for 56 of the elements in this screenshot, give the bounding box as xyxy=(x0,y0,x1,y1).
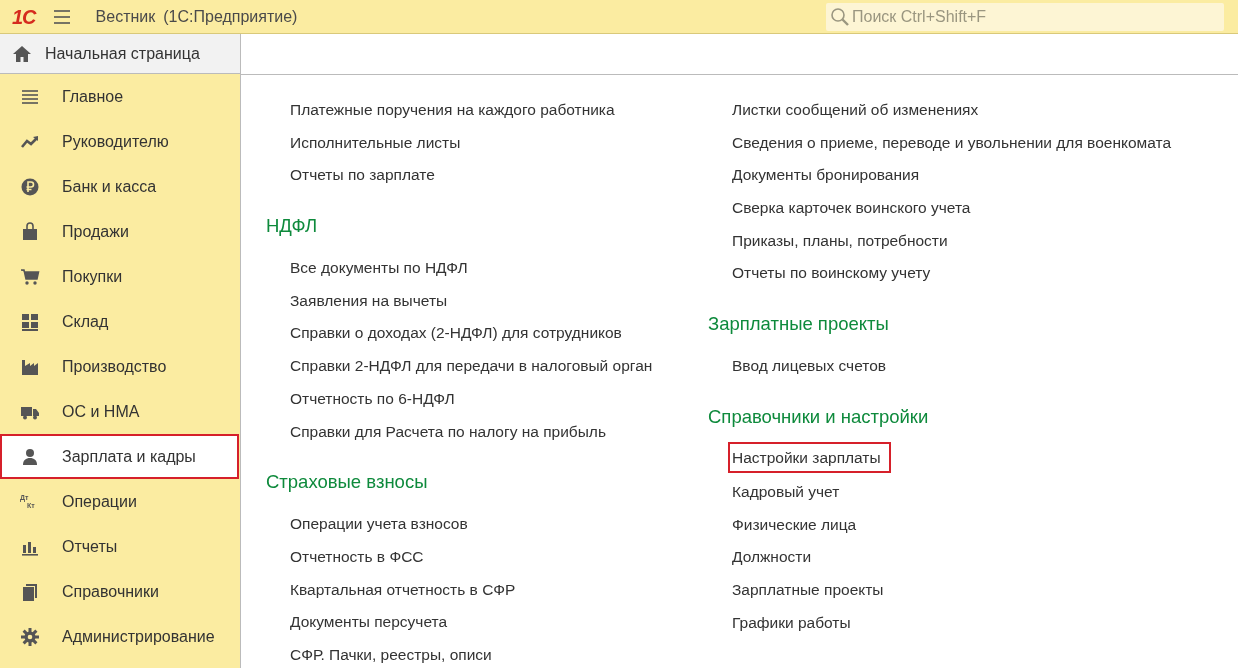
sidebar-item[interactable]: Продажи xyxy=(0,209,239,254)
sidebar-item[interactable]: Склад xyxy=(0,299,239,344)
sidebar-item[interactable]: Банк и касса xyxy=(0,164,239,209)
menu-link[interactable]: Ввод лицевых счетов xyxy=(728,348,897,381)
menu-link[interactable]: Физические лица xyxy=(728,506,867,540)
menu-link[interactable]: Платежные поручения на каждого работника xyxy=(286,92,625,125)
sidebar-item[interactable]: ОС и НМА xyxy=(0,389,239,434)
menu-link[interactable]: Справки для Расчета по налогу на прибыль xyxy=(286,413,616,447)
app-subtitle: (1С:Предприятие) xyxy=(163,6,298,27)
section-heading: Справочники и настройки xyxy=(708,404,930,429)
sidebar-item[interactable]: Производство xyxy=(0,344,239,389)
menu-link[interactable]: СФР. Пачки, реестры, описи xyxy=(286,636,502,668)
warehouse-icon xyxy=(20,311,40,332)
sidebar-item[interactable]: Руководителю xyxy=(0,119,239,164)
app-title: Вестник xyxy=(95,6,156,27)
menu-link[interactable]: Графики работы xyxy=(728,604,861,638)
search-field[interactable]: Поиск Ctrl+Shift+F xyxy=(826,2,1224,31)
sidebar-item[interactable]: Зарплата и кадры xyxy=(0,434,239,479)
menu-link[interactable]: Справки о доходах (2-НДФЛ) для сотрудников xyxy=(286,315,632,349)
section-heading: НДФЛ xyxy=(266,214,319,239)
menu-link[interactable]: Отчетность в ФСС xyxy=(286,538,434,572)
sidebar-item[interactable]: Главное xyxy=(0,74,239,119)
cart-icon xyxy=(20,266,40,287)
menu-link[interactable]: Должности xyxy=(728,539,822,572)
menu-link[interactable]: Зарплатные проекты xyxy=(728,571,894,605)
menu-link[interactable]: Операции учета взносов xyxy=(286,506,478,539)
ruble-coin-icon xyxy=(20,176,40,197)
home-icon xyxy=(12,43,32,64)
menu-link[interactable]: Справки 2-НДФЛ для передачи в налоговый орган xyxy=(286,348,663,381)
home-tab[interactable]: Начальная страница xyxy=(0,34,240,74)
menu-link[interactable]: Отчеты по зарплате xyxy=(286,157,445,191)
menu-link[interactable]: Листки сообщений об изменениях xyxy=(728,92,989,125)
sidebar-item[interactable]: Отчеты xyxy=(0,524,239,569)
section-heading: Зарплатные проекты xyxy=(708,312,890,337)
menu-link[interactable]: Отчетность по 6-НДФЛ xyxy=(286,380,465,414)
menu-link[interactable]: Документы персучета xyxy=(286,604,458,637)
sidebar-item[interactable]: Администрирование xyxy=(0,614,239,659)
shopping-bag-icon xyxy=(20,221,40,242)
menu-link[interactable]: Приказы, планы, потребности xyxy=(728,222,958,256)
settings-icon xyxy=(20,626,40,647)
menu-link[interactable]: Все документы по НДФЛ xyxy=(286,250,478,283)
sidebar-item[interactable]: Покупки xyxy=(0,254,239,299)
menu-link[interactable]: Заявления на вычеты xyxy=(286,282,458,316)
section-heading: Страховые взносы xyxy=(266,470,429,495)
menu-link[interactable]: Исполнительные листы xyxy=(286,124,471,158)
menu-link[interactable]: Сверка карточек воинского учета xyxy=(728,190,981,223)
menu-link[interactable]: Документы бронирования xyxy=(728,157,930,191)
sidebar-item[interactable]: Справочники xyxy=(0,569,239,614)
menu-link[interactable]: Сведения о приеме, переводе и увольнении для военкомата xyxy=(728,124,1182,158)
menu-link[interactable]: Квартальная отчетность в СФР xyxy=(286,571,526,605)
logo: 1С xyxy=(12,6,36,27)
book-stack-icon xyxy=(20,581,40,602)
menu-link[interactable]: Настройки зарплаты xyxy=(728,441,891,473)
menu-link[interactable]: Кадровый учет xyxy=(728,473,850,507)
person-icon xyxy=(20,446,40,467)
menu-link[interactable]: Отчеты по воинскому учету xyxy=(728,255,941,289)
